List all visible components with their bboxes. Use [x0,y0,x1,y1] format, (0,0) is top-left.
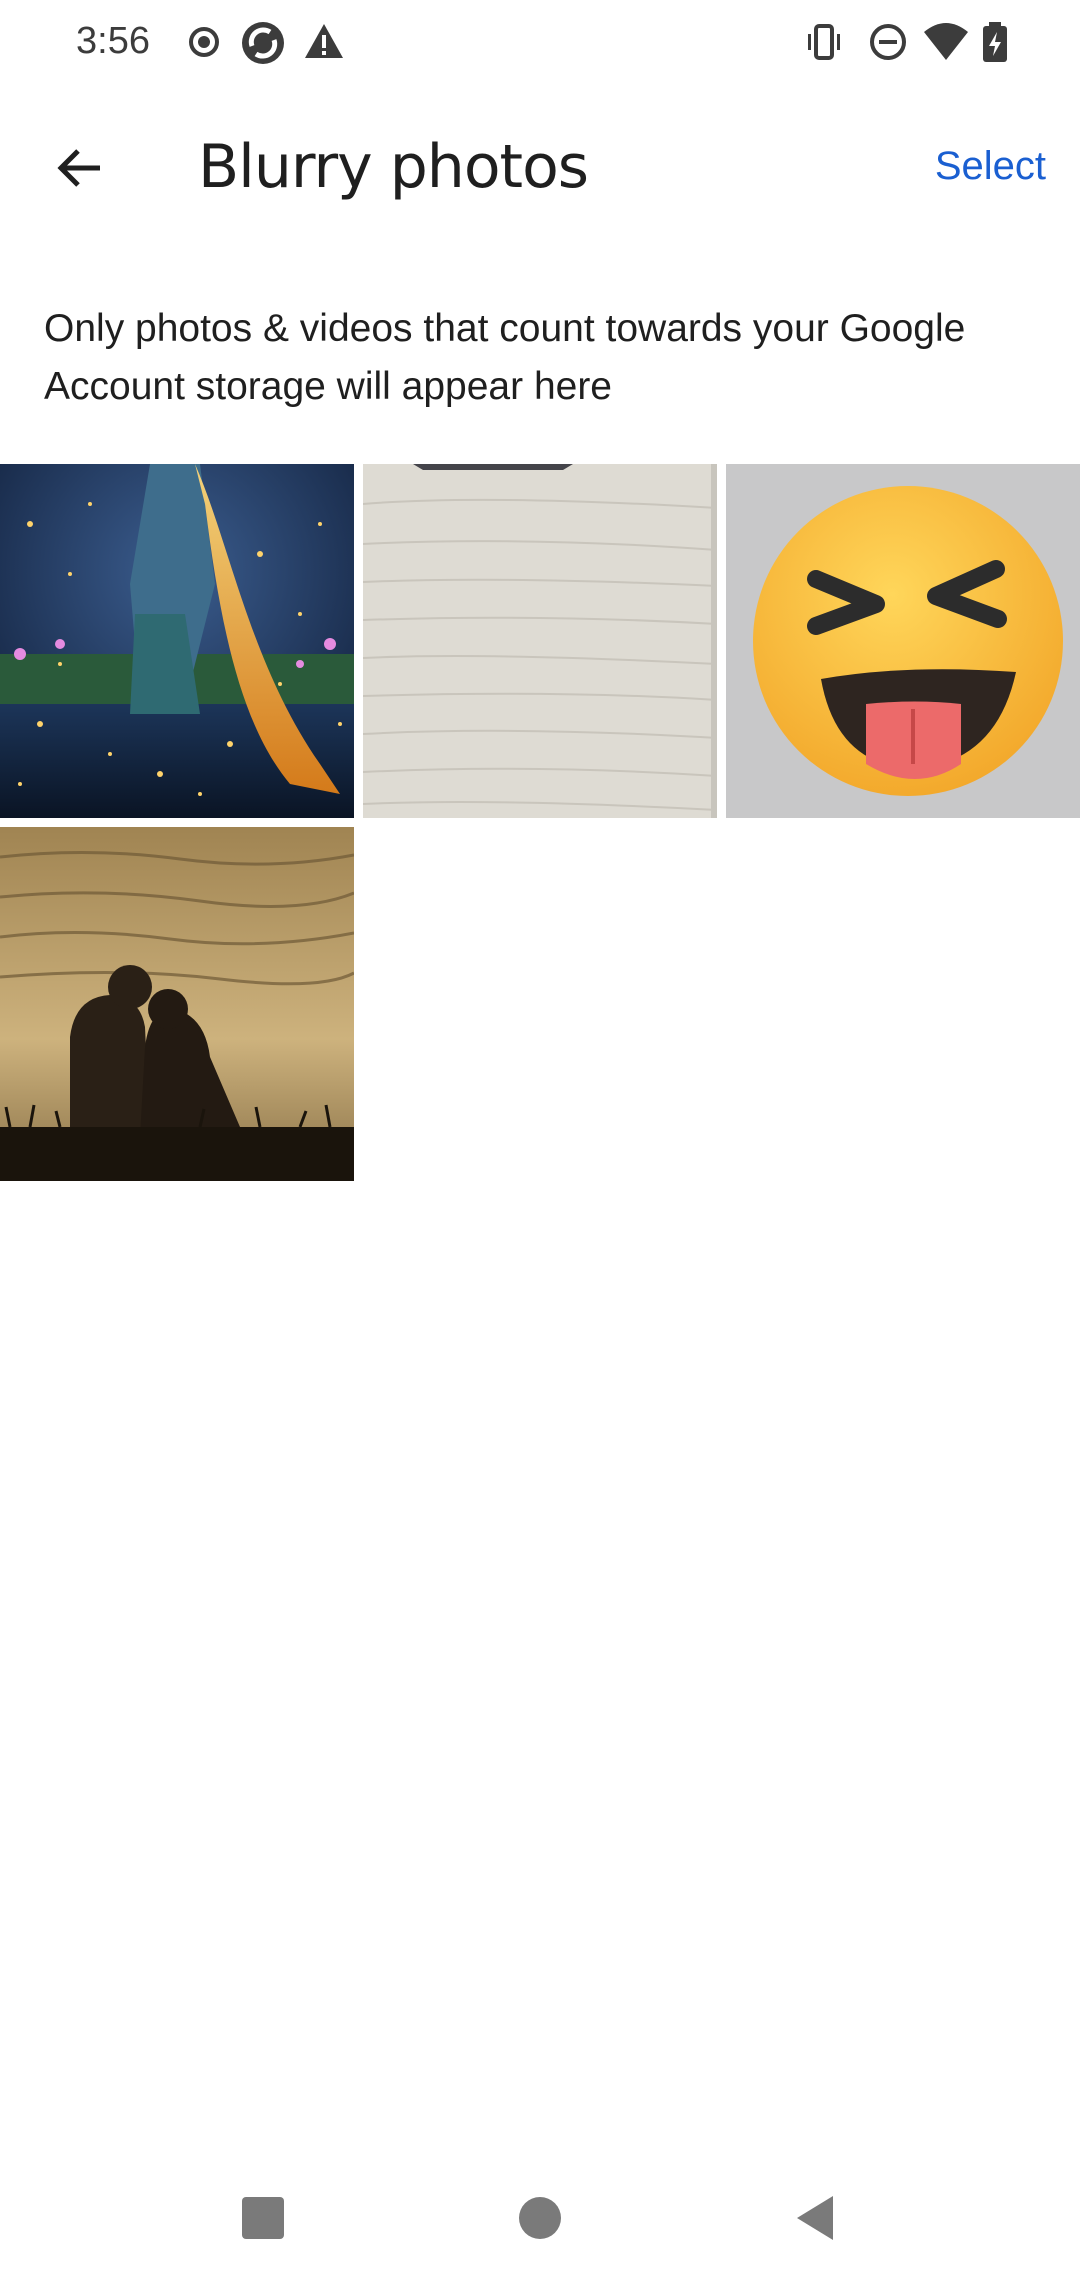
recents-button[interactable] [223,2180,303,2260]
page-title: Blurry photos [198,132,589,202]
status-time: 3:56 [76,20,150,62]
back-triangle-icon [791,2193,839,2248]
navigation-bar [0,2150,1080,2280]
wifi-icon [922,20,970,64]
storage-info-text: Only photos & videos that count towards … [44,307,966,408]
battery-charging-icon [980,20,1010,64]
arrow-back-icon [52,140,108,201]
do-not-disturb-icon [866,20,910,64]
home-button[interactable] [500,2180,580,2260]
select-button[interactable]: Select [935,144,1046,189]
back-button[interactable] [40,130,120,210]
photo-fairy-tale-water[interactable] [0,464,354,818]
warning-icon [302,20,346,64]
record-icon [182,20,226,64]
sync-app-icon [240,20,286,66]
recents-square-icon [239,2194,287,2247]
home-circle-icon [516,2194,564,2247]
back-nav-button[interactable] [775,2180,855,2260]
photo-couple-sunset[interactable] [0,827,354,1181]
photo-wood-texture[interactable] [363,464,717,818]
status-bar: 3:56 [0,0,1080,88]
app-bar: Blurry photos Select [0,100,1080,240]
photo-laughing-emoji[interactable] [726,464,1080,818]
vibrate-icon [802,20,846,64]
